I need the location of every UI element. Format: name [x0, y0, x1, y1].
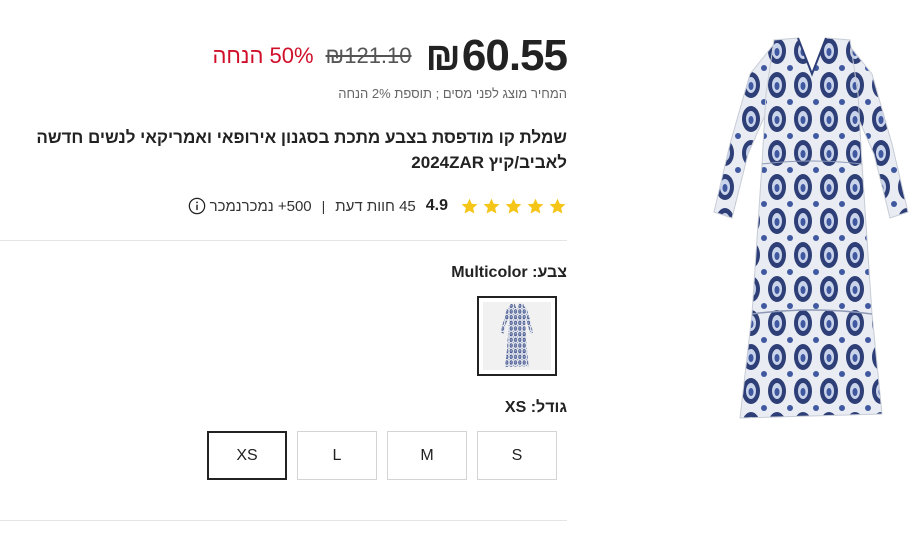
star-icon [549, 198, 566, 214]
color-label: צבע: Multicolor [451, 264, 567, 282]
size-label: גודל: XS [505, 399, 567, 417]
currency-symbol: ₪ [425, 35, 461, 79]
star-icon [527, 198, 544, 214]
size-option-l[interactable]: L [297, 431, 377, 480]
product-info-panel: ₪60.55 ₪121.10 50% הנחה המחיר מוצג לפני … [0, 0, 568, 537]
star-icon [461, 198, 478, 214]
size-option-s[interactable]: S [477, 431, 557, 480]
size-option-m[interactable]: M [387, 431, 467, 480]
rating-stars[interactable] [460, 197, 567, 216]
current-price-value: 60.55 [461, 31, 568, 80]
rating-separator: | [321, 198, 326, 214]
selected-color: Multicolor [451, 264, 528, 281]
sold-count: 500+ נמכרנמכר [209, 197, 312, 215]
divider [0, 520, 567, 521]
current-price: ₪60.55 [425, 31, 568, 81]
swatch-dress-image [500, 303, 533, 367]
swatch-thumbnail [483, 302, 551, 370]
star-icon [483, 198, 500, 214]
discount-label: 50% הנחה [212, 43, 314, 68]
selected-size: XS [504, 399, 527, 416]
reviews-link[interactable]: 45 חוות דעת [335, 198, 415, 215]
info-icon[interactable] [188, 197, 206, 215]
product-image[interactable] [712, 34, 912, 430]
color-swatch-multicolor[interactable] [477, 296, 557, 376]
size-label-text: גודל: [530, 399, 567, 416]
tax-note: המחיר מוצג לפני מסים ; תוספת 2% הנחה [338, 86, 567, 101]
rating-row: 4.9 45 חוות דעת | 500+ נמכרנמכר [188, 194, 567, 218]
rating-score: 4.9 [425, 197, 448, 214]
price-row: ₪60.55 ₪121.10 50% הנחה [212, 28, 568, 84]
star-icon [505, 198, 522, 214]
original-price: ₪121.10 [325, 43, 412, 68]
product-title: שמלת קו מודפסת בצבע מתכת בסגנון אירופאי … [36, 128, 567, 172]
size-option-xs[interactable]: XS [207, 431, 287, 480]
divider [0, 240, 567, 241]
color-label-text: צבע: [532, 264, 567, 281]
